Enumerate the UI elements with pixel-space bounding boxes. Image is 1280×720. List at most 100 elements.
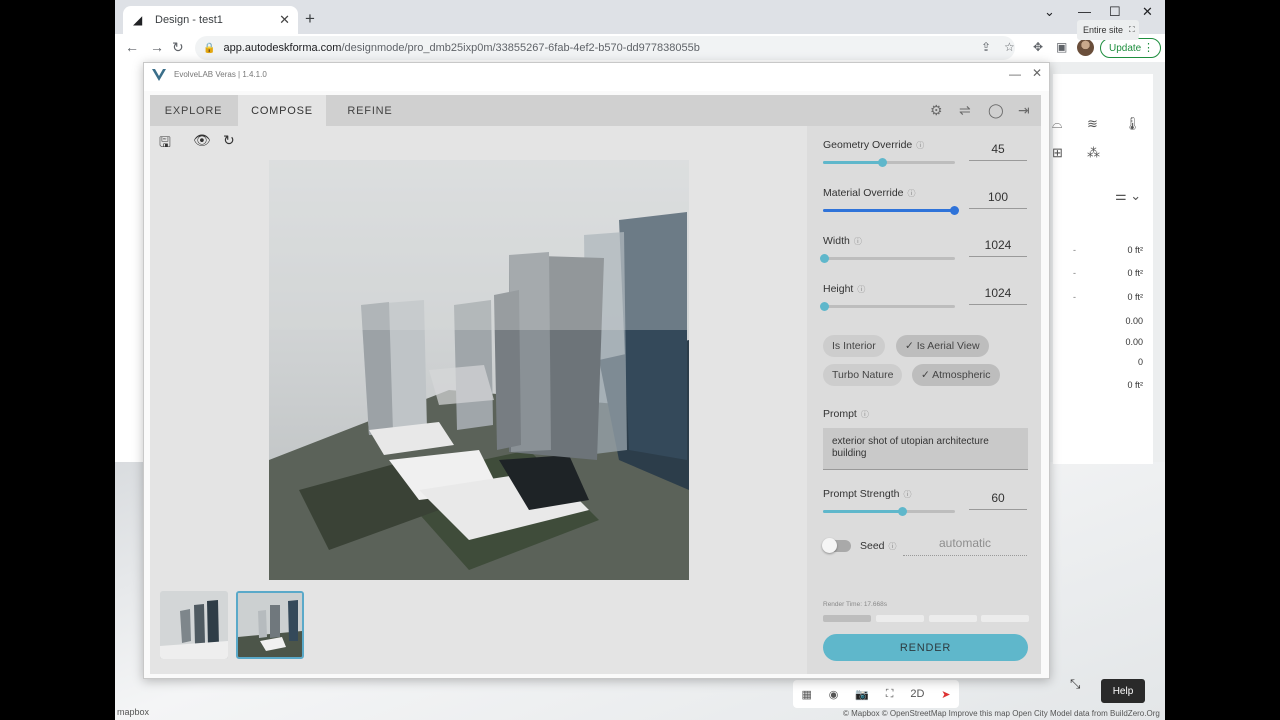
is-interior-chip[interactable]: Is Interior <box>823 335 885 357</box>
expand-icon: ⛶ <box>1129 25 1135 34</box>
solar-panel-icon[interactable]: ⊞ <box>1052 145 1063 161</box>
sliders-icon[interactable]: ⇌ <box>959 102 971 119</box>
extensions-icon[interactable]: ✥ <box>1033 40 1043 54</box>
close-tab-icon[interactable]: ✕ <box>279 12 290 28</box>
forma-favicon-icon: ◢ <box>133 13 143 27</box>
tab-compose[interactable]: COMPOSE <box>238 95 326 126</box>
render-progress-segment <box>823 615 871 622</box>
thermometer-icon[interactable]: 🌡 <box>1124 116 1141 132</box>
turbo-nature-chip[interactable]: Turbo Nature <box>823 364 903 386</box>
image-workspace: 🖫 👁 ↻ <box>150 126 807 674</box>
close-icon[interactable]: ✕ <box>1032 66 1042 80</box>
seed-label: Seed ⓘ <box>860 540 897 552</box>
seed-input[interactable]: automatic <box>903 536 1027 556</box>
sign-out-icon[interactable]: ⇥ <box>1018 102 1030 119</box>
minimize-icon[interactable]: — <box>1009 67 1021 81</box>
height-value[interactable]: 1024 <box>969 283 1027 305</box>
slider-knob[interactable] <box>950 206 959 215</box>
atmospheric-chip[interactable]: ✓ Atmospheric <box>912 364 1000 386</box>
slider-knob[interactable] <box>820 302 829 311</box>
compass-icon[interactable]: ➤ <box>941 688 950 701</box>
info-icon[interactable]: ⓘ <box>903 490 911 499</box>
side-panel-icon[interactable]: ▣ <box>1056 40 1067 54</box>
is-aerial-view-chip[interactable]: ✓ Is Aerial View <box>896 335 989 357</box>
metric-value: 0 <box>1137 357 1143 367</box>
render-button[interactable]: RENDER <box>823 634 1028 661</box>
new-tab-icon[interactable]: + <box>305 9 315 29</box>
metric-value: 0 ft² <box>1127 245 1143 255</box>
height-slider[interactable] <box>820 302 955 311</box>
noise-icon[interactable]: ⁂ <box>1087 145 1100 161</box>
geometry-override-label: Geometry Override ⓘ <box>823 139 924 151</box>
bookmark-star-icon[interactable]: ☆ <box>1004 40 1015 54</box>
close-window-icon[interactable]: ✕ <box>1142 4 1153 20</box>
camera-icon[interactable]: 📷 <box>855 688 869 701</box>
update-button[interactable]: Update ⋮ <box>1100 38 1161 58</box>
tab-refine[interactable]: REFINE <box>326 95 414 126</box>
slider-knob[interactable] <box>820 254 829 263</box>
chevron-down-icon[interactable]: ⌄ <box>1044 4 1055 20</box>
settings-gear-icon[interactable]: ⚙ <box>930 102 943 119</box>
address-bar[interactable]: 🔒 app.autodeskforma.com/designmode/pro_d… <box>195 36 1015 60</box>
metric-value: 0 ft² <box>1127 292 1143 302</box>
slider-fill <box>823 161 883 164</box>
prompt-input[interactable]: exterior shot of utopian architecture bu… <box>823 428 1028 470</box>
maximize-icon[interactable]: ☐ <box>1109 4 1121 20</box>
forward-icon[interactable]: → <box>150 39 164 55</box>
update-label: Update <box>1109 42 1142 54</box>
sun-analysis-icon[interactable]: ⌓ <box>1052 116 1062 132</box>
help-label: Help <box>1112 685 1134 697</box>
material-override-text: Material Override <box>823 187 904 199</box>
entire-site-button[interactable]: Entire site ⛶ <box>1077 20 1139 40</box>
prompt-strength-slider[interactable] <box>823 507 955 516</box>
eye-icon[interactable]: ◉ <box>829 688 839 701</box>
geometry-override-slider[interactable] <box>823 158 955 167</box>
resize-icon[interactable]: ⤡ <box>1070 676 1080 692</box>
share-icon[interactable]: ⇪ <box>981 40 991 54</box>
tab-explore[interactable]: EXPLORE <box>150 95 237 126</box>
prompt-strength-value[interactable]: 60 <box>969 488 1027 510</box>
thumbnail-2-selected[interactable] <box>236 591 304 659</box>
material-override-value[interactable]: 100 <box>969 187 1027 209</box>
info-icon[interactable]: ⓘ <box>857 285 865 294</box>
help-button[interactable]: Help <box>1101 679 1145 703</box>
more-menu-icon[interactable]: ⋮ <box>1143 41 1154 54</box>
seed-label-text: Seed <box>860 540 885 552</box>
veras-title: EvolveLAB Veras | 1.4.1.0 <box>174 70 267 79</box>
info-icon[interactable]: ⓘ <box>916 141 924 150</box>
metric-value: 0.00 <box>1125 337 1143 347</box>
map-attribution[interactable]: © Mapbox © OpenStreetMap Improve this ma… <box>843 709 1160 718</box>
filter-sliders-icon[interactable]: ⚌ ⌄ <box>1115 188 1141 204</box>
width-slider[interactable] <box>820 254 955 263</box>
back-icon[interactable]: ← <box>125 39 139 55</box>
2d-toggle[interactable]: 2D <box>910 688 924 700</box>
info-icon[interactable]: ⓘ <box>889 542 897 551</box>
thumbnail-image <box>238 593 302 657</box>
rendered-image[interactable] <box>269 160 689 580</box>
slider-knob[interactable] <box>898 507 907 516</box>
chat-bubble-icon[interactable]: ◯ <box>988 102 1004 119</box>
focus-icon[interactable]: ⛶ <box>886 688 894 701</box>
seed-toggle[interactable] <box>822 538 851 553</box>
eye-icon[interactable]: 👁 <box>193 132 211 149</box>
info-icon[interactable]: ⓘ <box>908 189 916 198</box>
info-icon[interactable]: ⓘ <box>861 410 869 419</box>
geometry-override-value[interactable]: 45 <box>969 139 1027 161</box>
prompt-strength-text: Prompt Strength <box>823 488 900 500</box>
prompt-strength-label: Prompt Strength ⓘ <box>823 488 911 500</box>
veras-window: EvolveLAB Veras | 1.4.1.0 — ✕ EXPLORE CO… <box>143 62 1050 679</box>
width-value[interactable]: 1024 <box>969 235 1027 257</box>
reload-icon[interactable]: ↻ <box>172 39 184 56</box>
thumbnail-1[interactable] <box>160 591 228 659</box>
wind-icon[interactable]: ≋ <box>1087 116 1098 132</box>
screen: ◢ Design - test1 ✕ + ⌄ — ☐ ✕ ← → ↻ 🔒 app… <box>0 0 1280 720</box>
layout-icon[interactable]: ▦ <box>801 688 811 701</box>
minimize-icon[interactable]: — <box>1078 4 1091 19</box>
save-icon[interactable]: 🖫 <box>159 132 171 156</box>
info-icon[interactable]: ⓘ <box>854 237 862 246</box>
profile-avatar[interactable] <box>1077 39 1094 56</box>
browser-tab[interactable]: ◢ Design - test1 ✕ <box>123 6 298 34</box>
material-override-slider[interactable] <box>823 206 959 215</box>
refresh-icon[interactable]: ↻ <box>223 132 235 149</box>
slider-knob[interactable] <box>878 158 887 167</box>
